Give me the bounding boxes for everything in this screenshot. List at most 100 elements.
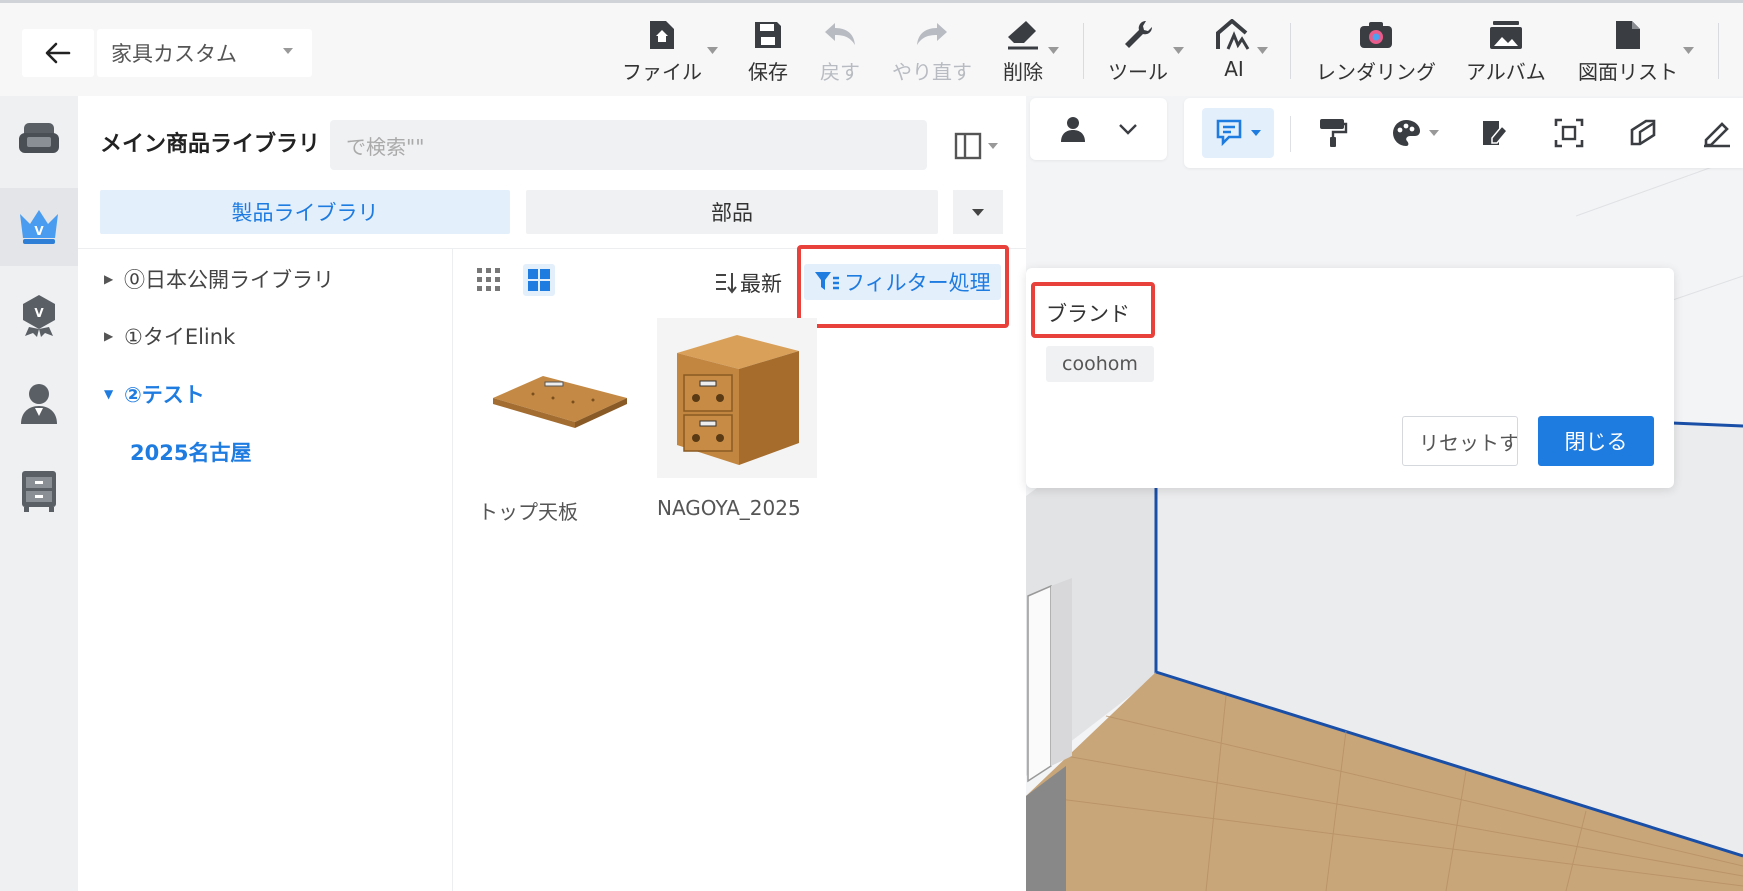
3d-viewport[interactable] bbox=[1026, 96, 1743, 891]
undo-icon bbox=[825, 22, 855, 45]
sofa-icon bbox=[19, 123, 59, 153]
frame-select-button[interactable] bbox=[1544, 108, 1594, 158]
product-card[interactable]: NAGOYA_2025 bbox=[657, 318, 817, 520]
top-toolbar: 家具カスタム ファイル 保存 戻す やり直す 削除 ツール AI レンダリング bbox=[0, 0, 1743, 96]
person-icon[interactable] bbox=[1059, 115, 1087, 143]
tree-item-nagoya-2025[interactable]: 2025名古屋 bbox=[130, 437, 251, 467]
toolbar-divider bbox=[1083, 23, 1084, 79]
drawing-list-label: 図面リスト bbox=[1578, 60, 1678, 84]
edit-panel-icon bbox=[1483, 121, 1509, 145]
measure-tool-button[interactable] bbox=[1692, 108, 1742, 158]
caret-right-icon: ▶ bbox=[104, 272, 114, 286]
view-user-toolbar bbox=[1030, 98, 1167, 160]
file-button[interactable]: ファイル bbox=[622, 15, 718, 85]
camera-icon bbox=[1360, 21, 1392, 48]
product-card[interactable]: トップ天板 bbox=[478, 318, 638, 525]
chevron-down-icon bbox=[1048, 47, 1059, 54]
back-button[interactable] bbox=[22, 29, 94, 77]
chevron-down-icon[interactable] bbox=[1118, 123, 1138, 135]
layout-toggle-button[interactable] bbox=[948, 124, 1004, 168]
divider bbox=[452, 249, 453, 891]
product-name: NAGOYA_2025 bbox=[657, 496, 801, 520]
drawing-list-button[interactable]: 図面リスト bbox=[1578, 15, 1694, 85]
product-thumbnail bbox=[478, 318, 638, 478]
caret-down-icon bbox=[1251, 130, 1261, 136]
brand-highlight-box bbox=[1031, 282, 1155, 338]
close-button[interactable]: 閉じる bbox=[1538, 416, 1654, 466]
sort-icon bbox=[716, 273, 737, 294]
undo-button[interactable]: 戻す bbox=[820, 15, 860, 85]
toolbar-divider bbox=[1718, 23, 1719, 79]
panel-layout-icon bbox=[954, 132, 982, 160]
search-input[interactable]: で検索"" bbox=[330, 120, 927, 170]
chevron-down-icon bbox=[1173, 47, 1184, 54]
tab-product-library[interactable]: 製品ライブラリ bbox=[100, 190, 510, 234]
material-palette-button[interactable] bbox=[1380, 108, 1450, 158]
tools-button[interactable]: ツール bbox=[1108, 15, 1184, 85]
save-label: 保存 bbox=[748, 60, 788, 84]
chevron-down-icon bbox=[1257, 47, 1268, 54]
rail-cabinet[interactable] bbox=[0, 452, 78, 530]
ruler-pencil-icon bbox=[1704, 122, 1730, 148]
tab-more-button[interactable] bbox=[953, 190, 1003, 234]
grid-large-icon bbox=[528, 269, 550, 291]
delete-label: 削除 bbox=[1003, 60, 1043, 84]
rail-user[interactable] bbox=[0, 364, 78, 442]
delete-button[interactable]: 削除 bbox=[1003, 15, 1059, 85]
board-image bbox=[493, 376, 627, 428]
user-icon bbox=[21, 384, 57, 424]
library-panel: メイン商品ライブラリ で検索"" 製品ライブラリ 部品 ▶ ⓪日本公開ライブラリ… bbox=[78, 96, 1026, 891]
album-label: アルバム bbox=[1466, 60, 1546, 84]
caret-down-icon bbox=[283, 48, 293, 54]
filter-highlight-box bbox=[797, 245, 1009, 328]
chevron-down-icon bbox=[1683, 47, 1694, 54]
tab-parts[interactable]: 部品 bbox=[526, 190, 938, 234]
undo-label: 戻す bbox=[820, 60, 860, 84]
edit-tool-button[interactable] bbox=[1470, 108, 1520, 158]
tree-item-test[interactable]: ▼ ②テスト bbox=[104, 379, 205, 409]
large-grid-view-button[interactable] bbox=[523, 264, 555, 296]
library-title: メイン商品ライブラリ bbox=[100, 132, 321, 157]
caret-down-icon bbox=[1429, 130, 1439, 136]
save-button[interactable]: 保存 bbox=[748, 15, 788, 85]
filter-popup: ブランド coohom リセットする 閉じる bbox=[1026, 268, 1674, 488]
redo-button[interactable]: やり直す bbox=[892, 15, 972, 85]
rendering-button[interactable]: レンダリング bbox=[1316, 15, 1436, 85]
arrow-left-icon bbox=[45, 42, 71, 64]
brand-tag-coohom[interactable]: coohom bbox=[1046, 346, 1154, 382]
caret-down-icon bbox=[988, 143, 998, 149]
small-grid-view-button[interactable] bbox=[476, 267, 502, 297]
redo-label: やり直す bbox=[892, 60, 972, 84]
rail-premium[interactable]: V bbox=[0, 188, 78, 266]
eraser-icon bbox=[1008, 20, 1038, 49]
select-mode-button[interactable] bbox=[1202, 108, 1274, 158]
file-home-icon bbox=[650, 20, 674, 49]
tree-item-japan-public[interactable]: ▶ ⓪日本公開ライブラリ bbox=[104, 264, 334, 294]
select-tool-icon bbox=[1216, 119, 1242, 147]
drawing-list-icon bbox=[1616, 20, 1640, 49]
view-tools-toolbar bbox=[1184, 98, 1743, 168]
project-select[interactable]: 家具カスタム bbox=[97, 29, 312, 77]
product-thumbnail bbox=[657, 318, 817, 478]
paint-roller-button[interactable] bbox=[1308, 108, 1358, 158]
rail-badge[interactable]: V bbox=[0, 276, 78, 354]
sort-label: 最新 bbox=[740, 272, 782, 296]
tree-item-thai-elink[interactable]: ▶ ①タイElink bbox=[104, 321, 235, 351]
badge-icon: V bbox=[23, 295, 55, 337]
surface-tool-button[interactable] bbox=[1618, 108, 1668, 158]
ai-button[interactable]: AI bbox=[1216, 15, 1268, 85]
paint-roller-icon bbox=[1320, 119, 1348, 147]
tree-item-label: ⓪日本公開ライブラリ bbox=[124, 268, 334, 292]
grid-small-icon bbox=[477, 268, 500, 291]
tree-item-label: 2025名古屋 bbox=[130, 441, 252, 465]
drawer-cabinet-image bbox=[677, 335, 799, 465]
sort-button[interactable]: 最新 bbox=[714, 268, 782, 298]
caret-down-icon: ▼ bbox=[104, 387, 114, 401]
redo-icon bbox=[917, 22, 947, 45]
tree-item-label: ②テスト bbox=[124, 383, 205, 407]
rendering-label: レンダリング bbox=[1316, 60, 1436, 84]
reset-button[interactable]: リセットする bbox=[1402, 416, 1518, 466]
album-button[interactable]: アルバム bbox=[1466, 15, 1546, 85]
caret-right-icon: ▶ bbox=[104, 329, 114, 343]
rail-furniture[interactable] bbox=[0, 100, 78, 178]
